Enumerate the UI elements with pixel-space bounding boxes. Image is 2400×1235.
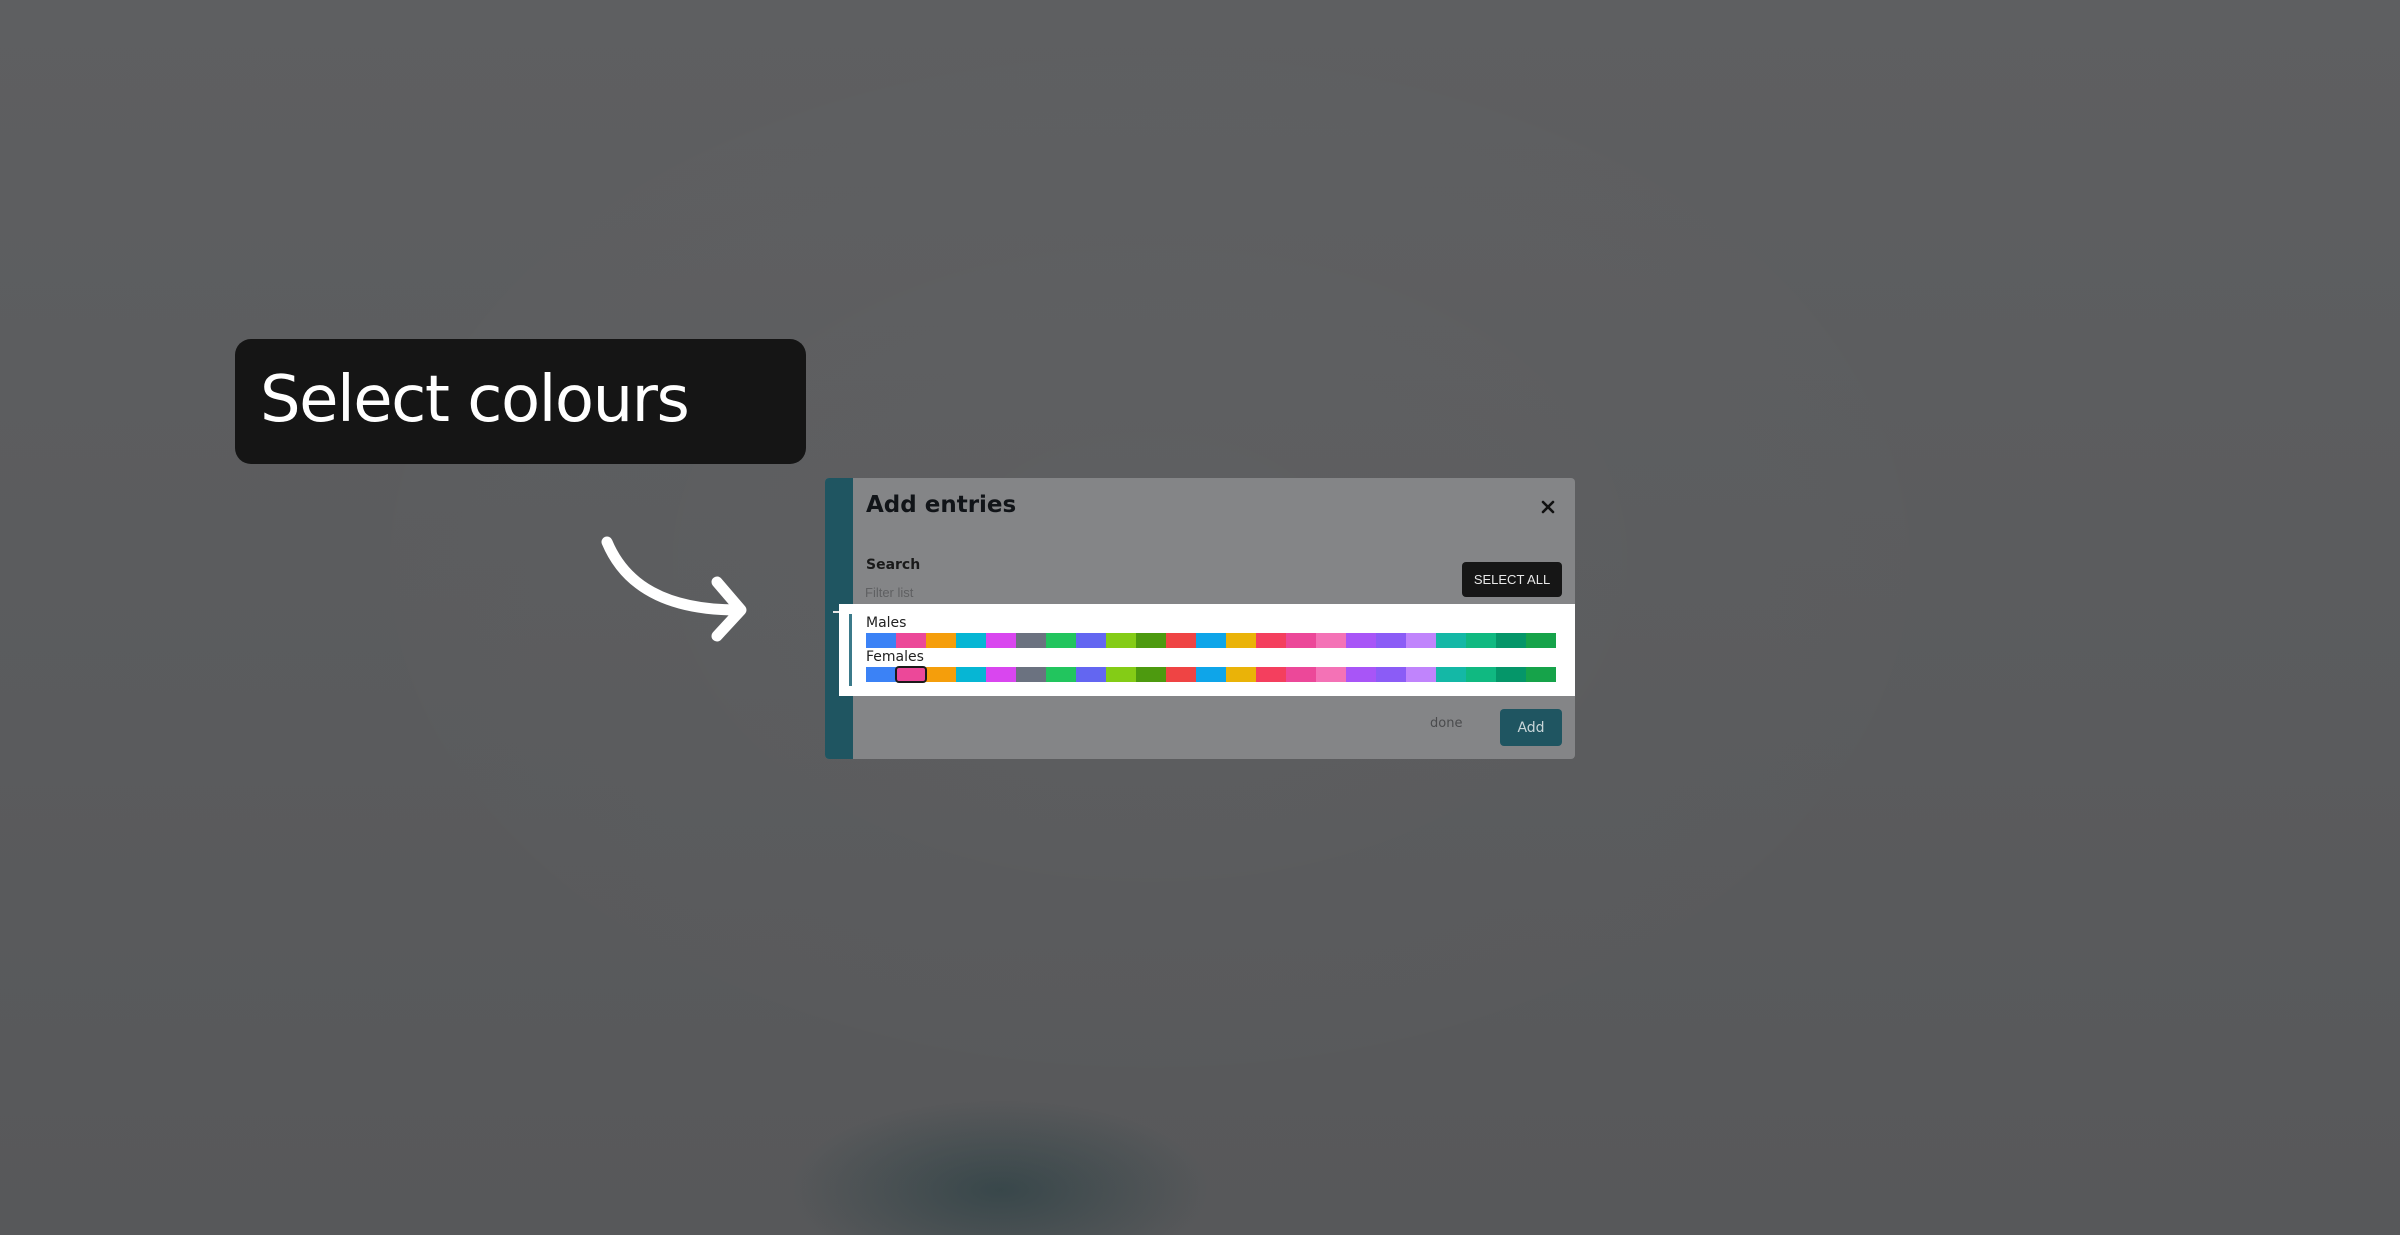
colour-swatch[interactable] — [1226, 667, 1256, 682]
search-input[interactable] — [865, 583, 1165, 601]
colour-swatch[interactable] — [866, 633, 896, 648]
colour-swatch[interactable] — [1316, 633, 1346, 648]
colour-swatch[interactable] — [926, 667, 956, 682]
list-indicator-bar — [849, 614, 852, 686]
colour-swatch[interactable] — [1436, 667, 1466, 682]
colour-swatch[interactable] — [1406, 633, 1436, 648]
colour-swatch[interactable] — [1256, 667, 1286, 682]
colour-swatch[interactable] — [1346, 633, 1376, 648]
tutorial-callout: Select colours — [235, 339, 806, 464]
colour-swatches-females — [866, 666, 1556, 683]
colour-swatch[interactable] — [1016, 667, 1046, 682]
colour-swatch[interactable] — [1016, 633, 1046, 648]
colour-swatch[interactable] — [1166, 667, 1196, 682]
colour-swatch[interactable] — [1436, 633, 1466, 648]
colour-swatch[interactable] — [1496, 667, 1526, 682]
colour-swatch[interactable] — [1046, 667, 1076, 682]
colour-swatch[interactable] — [1106, 633, 1136, 648]
add-button[interactable]: Add — [1500, 709, 1562, 746]
select-all-button[interactable]: SELECT ALL — [1462, 562, 1562, 597]
colour-swatch[interactable] — [1196, 633, 1226, 648]
colour-swatch[interactable] — [1136, 667, 1166, 682]
colour-swatch[interactable] — [1526, 667, 1556, 682]
colour-swatch[interactable] — [1406, 667, 1436, 682]
colour-swatch[interactable] — [866, 667, 896, 682]
colour-swatch[interactable] — [1496, 633, 1526, 648]
colour-swatch[interactable] — [926, 633, 956, 648]
colour-swatch[interactable] — [1286, 667, 1316, 682]
colour-swatch[interactable] — [956, 667, 986, 682]
done-button[interactable]: done — [1430, 716, 1462, 731]
colour-swatch[interactable] — [1466, 667, 1496, 682]
colour-swatch[interactable] — [1076, 633, 1106, 648]
colour-swatch[interactable] — [1346, 667, 1376, 682]
colour-swatch[interactable] — [1286, 633, 1316, 648]
colour-swatch[interactable] — [1046, 633, 1076, 648]
search-label: Search — [866, 557, 921, 573]
colour-swatch[interactable] — [1106, 667, 1136, 682]
colour-swatch[interactable] — [986, 633, 1016, 648]
colour-swatch[interactable] — [1376, 667, 1406, 682]
colour-swatch[interactable] — [1316, 667, 1346, 682]
entry-label-males: Males — [866, 615, 907, 631]
colour-swatch[interactable] — [1526, 633, 1556, 648]
screen: Select colours Add entries Search SELECT… — [0, 0, 2400, 1235]
colour-swatch[interactable] — [956, 633, 986, 648]
colour-swatch[interactable] — [986, 667, 1016, 682]
entry-label-females: Females — [866, 649, 924, 665]
close-icon[interactable] — [1541, 500, 1555, 514]
colour-swatch[interactable] — [1376, 633, 1406, 648]
curved-arrow-icon — [601, 536, 747, 642]
colour-swatches-males — [866, 633, 1556, 648]
colour-swatch[interactable] — [1466, 633, 1496, 648]
add-entries-modal: Add entries Search SELECT ALL Males Fema… — [825, 478, 1575, 759]
colour-swatch[interactable] — [895, 666, 927, 683]
callout-text: Select colours — [260, 362, 690, 437]
modal-title: Add entries — [866, 492, 1017, 518]
entries-list: Males Females — [839, 604, 1575, 696]
colour-swatch[interactable] — [1256, 633, 1286, 648]
colour-swatch[interactable] — [1166, 633, 1196, 648]
colour-swatch[interactable] — [1226, 633, 1256, 648]
colour-swatch[interactable] — [1076, 667, 1106, 682]
colour-swatch[interactable] — [896, 633, 926, 648]
colour-swatch[interactable] — [1196, 667, 1226, 682]
colour-swatch[interactable] — [1136, 633, 1166, 648]
